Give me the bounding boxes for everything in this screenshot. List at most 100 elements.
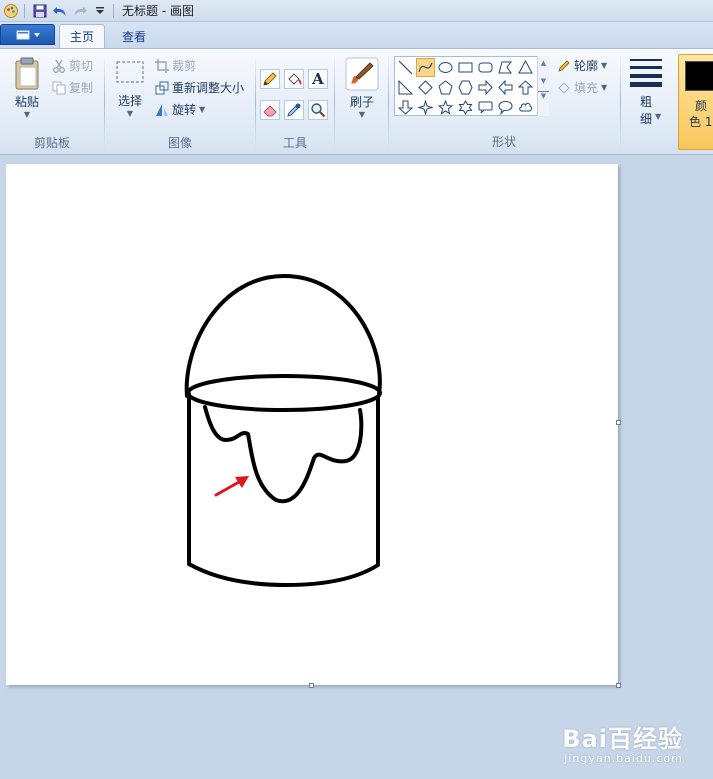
shape-oval-callout[interactable]	[496, 98, 515, 117]
shape-rounded-callout[interactable]	[476, 98, 495, 117]
eraser-tool[interactable]	[260, 100, 280, 120]
shape-right-triangle[interactable]	[396, 78, 415, 97]
shape-polygon[interactable]	[496, 58, 515, 77]
tab-home[interactable]: 主页	[59, 24, 106, 48]
brushes-button[interactable]: 刷子 ▼	[343, 57, 381, 119]
shapes-scrollbar[interactable]: ▲ ▼ ▼	[537, 56, 549, 116]
canvas-resize-handle-right[interactable]	[616, 420, 621, 425]
paste-label: 粘贴	[14, 95, 39, 109]
color-1-label-line2: 色 1	[689, 115, 713, 129]
copy-button[interactable]: 复制	[52, 79, 93, 96]
select-label: 选择	[117, 94, 142, 108]
size-dropdown-icon[interactable]: ▼	[655, 112, 661, 121]
resize-icon	[155, 81, 169, 94]
six-point-star-icon	[458, 100, 473, 115]
rotate-button[interactable]: 旋转 ▼	[155, 101, 205, 118]
shape-rounded-rectangle[interactable]	[476, 58, 495, 77]
paint-app-icon[interactable]	[2, 2, 20, 20]
ribbon-tabs: 主页 查看	[0, 22, 713, 48]
resize-button[interactable]: 重新调整大小	[155, 79, 244, 96]
cut-label: 剪切	[69, 59, 94, 73]
fill-bucket-icon	[558, 81, 570, 94]
eraser-icon	[263, 105, 277, 117]
paste-dropdown-icon[interactable]: ▼	[24, 110, 30, 119]
text-tool[interactable]: A	[308, 69, 328, 89]
shape-diamond[interactable]	[416, 78, 435, 97]
pencil-tool[interactable]	[260, 69, 280, 89]
redo-icon[interactable]	[71, 2, 89, 20]
pentagon-icon	[438, 80, 453, 95]
brushes-label: 刷子	[349, 95, 374, 109]
copy-icon	[52, 81, 66, 94]
title-bar: 无标题 - 画图	[0, 0, 713, 22]
fill-dropdown-icon: ▼	[601, 83, 608, 92]
group-separator	[620, 55, 621, 149]
red-arrow-annotation	[214, 476, 249, 497]
shape-right-arrow[interactable]	[476, 78, 495, 97]
four-point-star-icon	[418, 100, 433, 115]
select-button[interactable]: 选择 ▼	[113, 59, 147, 118]
tab-view-label: 查看	[122, 29, 147, 44]
magnifier-tool[interactable]	[308, 100, 328, 120]
scroll-up-icon[interactable]: ▲	[538, 59, 549, 67]
shape-down-arrow[interactable]	[396, 98, 415, 117]
tab-view[interactable]: 查看	[112, 24, 156, 48]
shape-triangle[interactable]	[516, 58, 535, 77]
five-point-star-icon	[438, 100, 453, 115]
shape-hexagon[interactable]	[456, 78, 475, 97]
color-picker-tool[interactable]	[284, 100, 304, 120]
paint-menu-icon	[16, 30, 40, 39]
drawing-canvas[interactable]	[6, 164, 618, 685]
outline-label: 轮廓	[574, 59, 599, 73]
up-arrow-icon	[518, 80, 533, 95]
magnifier-icon	[311, 103, 326, 118]
rounded-callout-icon	[478, 101, 493, 114]
cut-button[interactable]: 剪切	[52, 57, 93, 74]
shapes-group-label: 形状	[491, 135, 516, 149]
canvas-resize-handle-corner[interactable]	[616, 683, 621, 688]
shape-six-point-star[interactable]	[456, 98, 475, 117]
tab-home-label: 主页	[70, 30, 95, 44]
copy-label: 复制	[69, 81, 94, 95]
brushes-dropdown-icon[interactable]: ▼	[359, 110, 365, 119]
fill-tool[interactable]	[284, 69, 304, 89]
shape-rectangle[interactable]	[456, 58, 475, 77]
color-1-button[interactable]: 颜 色 1	[678, 54, 713, 150]
group-image: 选择 ▼ 裁剪 重新调整大小 旋转 ▼ 图像	[105, 51, 255, 153]
crop-button[interactable]: 裁剪	[155, 57, 196, 74]
shape-oval[interactable]	[436, 58, 455, 77]
undo-icon[interactable]	[51, 2, 69, 20]
paste-button[interactable]: 粘贴 ▼	[8, 57, 46, 119]
pencil-icon	[263, 72, 277, 86]
outline-pencil-icon	[558, 59, 570, 72]
rotate-dropdown-icon[interactable]: ▼	[199, 105, 205, 114]
customize-quick-access-icon[interactable]	[91, 2, 109, 20]
shape-left-arrow[interactable]	[496, 78, 515, 97]
shape-five-point-star[interactable]	[436, 98, 455, 117]
quick-access-separator	[24, 3, 25, 18]
outline-dropdown-icon: ▼	[601, 61, 608, 70]
paint-menu-button[interactable]	[0, 24, 55, 45]
fill-button[interactable]: 填充 ▼	[557, 79, 607, 96]
shape-up-arrow[interactable]	[516, 78, 535, 97]
polygon-icon	[498, 61, 513, 74]
title-separator	[113, 3, 114, 18]
scroll-down-icon[interactable]: ▼	[538, 77, 549, 85]
hexagon-icon	[458, 80, 473, 95]
shape-pentagon[interactable]	[436, 78, 455, 97]
shape-cloud-callout[interactable]	[516, 98, 535, 117]
select-dropdown-icon[interactable]: ▼	[127, 109, 133, 118]
save-icon[interactable]	[31, 2, 49, 20]
tools-group-label: 工具	[282, 136, 307, 150]
select-rectangle-icon	[116, 61, 144, 83]
rotate-label: 旋转	[172, 103, 197, 117]
gallery-more-icon[interactable]: ▼	[538, 91, 549, 100]
canvas-resize-handle-bottom[interactable]	[309, 683, 314, 688]
shape-curve[interactable]	[416, 58, 435, 77]
text-a-icon: A	[312, 70, 324, 88]
shape-four-point-star[interactable]	[416, 98, 435, 117]
window-title: 无标题 - 画图	[122, 4, 194, 18]
color-1-swatch	[685, 61, 713, 91]
outline-button[interactable]: 轮廓 ▼	[557, 57, 607, 74]
shape-line[interactable]	[396, 58, 415, 77]
